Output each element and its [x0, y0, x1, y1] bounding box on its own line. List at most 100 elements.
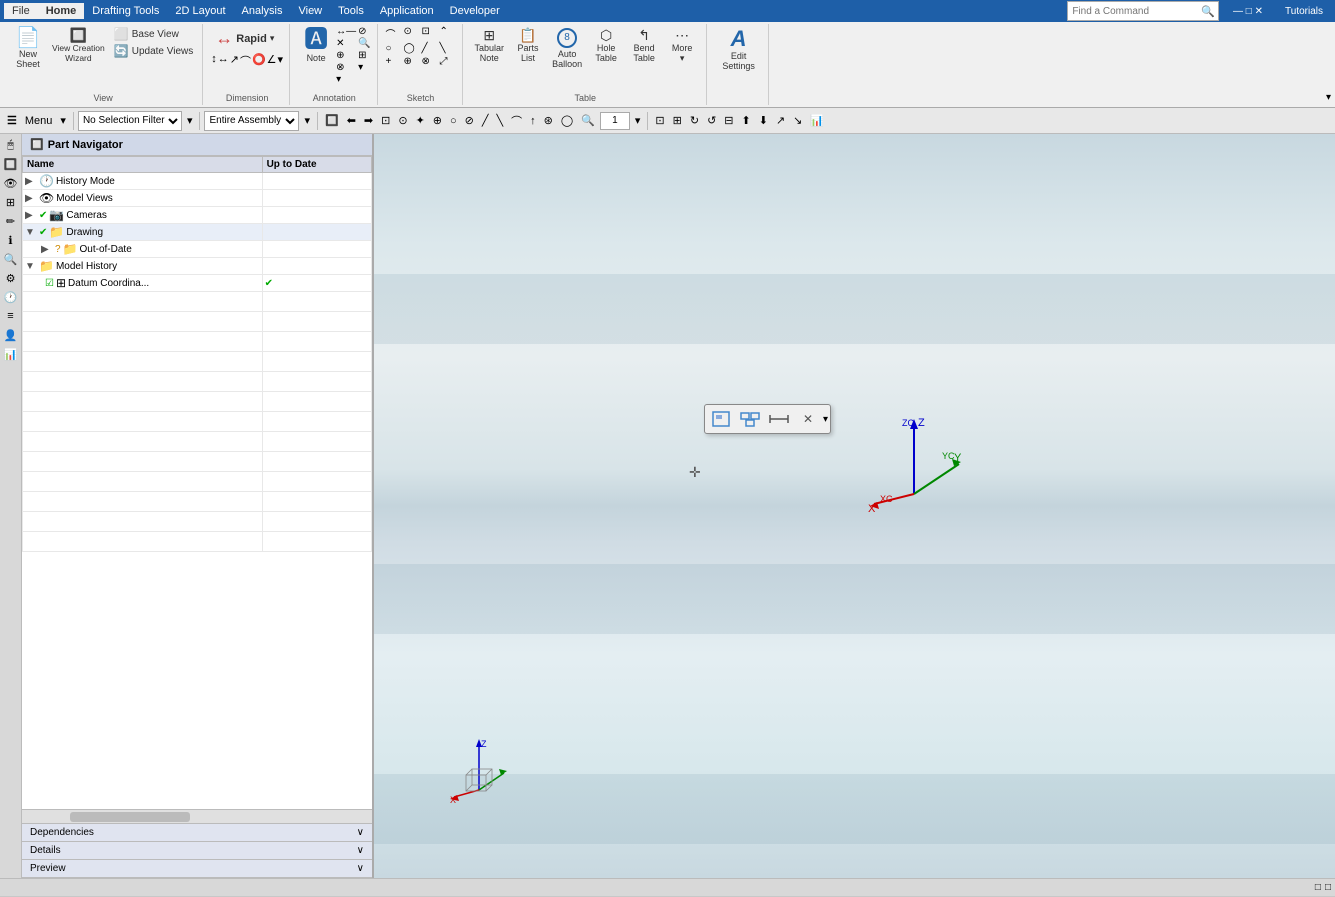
sketch-t1[interactable]: ⌒: [386, 26, 402, 41]
tb-icon-5[interactable]: ⊙: [395, 113, 410, 128]
tb-num-dropdown[interactable]: ▾: [632, 113, 644, 128]
tb-icon-22[interactable]: ⬆: [739, 113, 754, 128]
dim-tool-1[interactable]: ↕: [211, 53, 217, 69]
sidebar-icon-12[interactable]: 📊: [2, 345, 20, 363]
sketch-t3[interactable]: ⊡: [422, 26, 438, 41]
status-icon-1[interactable]: □: [1315, 882, 1321, 893]
pn-row-cameras[interactable]: ▶ ✔ 📷 Cameras: [23, 207, 263, 224]
ft-btn-close[interactable]: ✕: [794, 407, 822, 431]
tb-icon-1[interactable]: 🔲: [322, 113, 342, 128]
ft-btn-3[interactable]: [765, 407, 793, 431]
pn-scrollbar-thumb[interactable]: [70, 812, 190, 822]
tb-icon-16[interactable]: 🔍: [578, 113, 598, 128]
sidebar-icon-5[interactable]: ✏: [2, 212, 20, 230]
tb-icon-26[interactable]: 📊: [807, 113, 827, 128]
dim-tool-3[interactable]: ↗: [230, 53, 239, 69]
preview-chevron[interactable]: ∨: [357, 863, 364, 874]
menu-label[interactable]: Menu: [22, 114, 56, 128]
tb-icon-12[interactable]: ⌒: [508, 112, 525, 130]
menu-home[interactable]: Home: [38, 3, 85, 19]
base-view-button[interactable]: ⬜ Base View: [111, 26, 196, 42]
tb-dropdown[interactable]: ▾: [57, 113, 69, 128]
ribbon-expand-btn[interactable]: ▾: [1326, 92, 1331, 103]
tb-icon-21[interactable]: ⊟: [721, 113, 736, 128]
tb-icon-20[interactable]: ↺: [704, 113, 719, 128]
ft-expand-arrow[interactable]: ▾: [823, 414, 828, 425]
tb-icon-2[interactable]: ⬅: [344, 113, 359, 128]
pn-row-drawing[interactable]: ▼ ✔ 📁 Drawing: [23, 224, 263, 241]
menu-2dlayout[interactable]: 2D Layout: [167, 3, 233, 19]
pn-row-model-history[interactable]: ▼ 📁 Model History: [23, 258, 263, 275]
tb-icon-24[interactable]: ↗: [773, 113, 788, 128]
sidebar-icon-1[interactable]: 🖱: [2, 136, 20, 154]
anno-tool-3[interactable]: ⊕: [336, 50, 356, 61]
pn-col-name[interactable]: Name: [23, 157, 263, 173]
tb-icon-17[interactable]: ⊡: [652, 113, 667, 128]
tb-icon-3[interactable]: ➡: [361, 113, 376, 128]
anno-tool-1[interactable]: ↔―: [336, 26, 356, 37]
sidebar-icon-6[interactable]: ℹ: [2, 231, 20, 249]
anno-dropdown[interactable]: ▾: [336, 74, 356, 85]
sketch-t11[interactable]: ⊗: [422, 56, 438, 67]
pn-row-outofdate[interactable]: ▶ ? 📁 Out-of-Date: [23, 241, 263, 258]
tb-icon-25[interactable]: ↘: [790, 113, 805, 128]
preview-header[interactable]: Preview ∨: [22, 860, 372, 877]
view-creation-wizard-button[interactable]: 🔲 View CreationWizard: [48, 26, 109, 65]
sketch-t4[interactable]: ⌃: [440, 26, 456, 41]
tb-icon-23[interactable]: ⬇: [756, 113, 771, 128]
tb-icon-15[interactable]: ◯: [558, 113, 576, 128]
anno-tool-5[interactable]: ⊘: [358, 26, 370, 37]
dim-tool-6[interactable]: ∠: [267, 53, 277, 69]
tb-icon-11[interactable]: ╲: [494, 113, 507, 128]
pn-row-model-views[interactable]: ▶ 👁 Model Views: [23, 190, 263, 207]
pn-row-history-mode[interactable]: ▶ 🕐 History Mode: [23, 173, 263, 190]
dependencies-header[interactable]: Dependencies ∨: [22, 824, 372, 841]
tb-icon-8[interactable]: ○: [447, 114, 460, 128]
tb-icon-7[interactable]: ⊕: [430, 113, 445, 128]
selection-dropdown[interactable]: ▾: [184, 113, 196, 128]
anno-tool-6[interactable]: 🔍: [358, 38, 370, 49]
expand-history-mode[interactable]: ▶: [25, 176, 37, 187]
details-header[interactable]: Details ∨: [22, 842, 372, 859]
bend-table-button[interactable]: ↰ BendTable: [626, 26, 662, 65]
anno-tool-7[interactable]: ⊞: [358, 50, 370, 61]
menu-file[interactable]: File: [4, 3, 38, 19]
sidebar-icon-7[interactable]: 🔍: [2, 250, 20, 268]
sidebar-icon-2[interactable]: 🔲: [2, 155, 20, 173]
tb-icon-10[interactable]: ╱: [479, 113, 492, 128]
sketch-t8[interactable]: ╲: [440, 43, 456, 54]
menu-drafting[interactable]: Drafting Tools: [84, 3, 167, 19]
sketch-t2[interactable]: ⊙: [404, 26, 420, 41]
search-icon[interactable]: 🔍: [1198, 5, 1218, 18]
expand-model-views[interactable]: ▶: [25, 193, 37, 204]
anno-tool-2[interactable]: ✕: [336, 38, 356, 49]
sidebar-icon-3[interactable]: 👁: [2, 174, 20, 192]
tutorials-link[interactable]: Tutorials: [1277, 4, 1331, 19]
pn-scrollbar[interactable]: [22, 809, 372, 823]
ft-btn-2[interactable]: [736, 407, 764, 431]
note-button[interactable]: 🅰 Note: [298, 26, 334, 65]
sketch-t7[interactable]: ╱: [422, 43, 438, 54]
pn-col-uptodate[interactable]: Up to Date: [262, 157, 371, 173]
tb-icon-14[interactable]: ⊛: [541, 113, 556, 128]
dim-dropdown[interactable]: ▾: [278, 53, 284, 69]
menu-analysis[interactable]: Analysis: [234, 3, 291, 19]
pn-row-datum[interactable]: ☑ ⊞ Datum Coordina...: [23, 275, 263, 292]
sidebar-icon-11[interactable]: 👤: [2, 326, 20, 344]
edit-settings-button[interactable]: A EditSettings: [718, 26, 759, 73]
expand-model-history[interactable]: ▼: [25, 261, 37, 272]
expand-outofdate[interactable]: ▶: [41, 244, 53, 255]
assembly-dropdown[interactable]: ▾: [301, 113, 313, 128]
anno-tool-8[interactable]: ▾: [358, 62, 370, 73]
sidebar-icon-10[interactable]: ≡: [2, 307, 20, 325]
menu-application[interactable]: Application: [372, 3, 442, 19]
rapid-button[interactable]: ↔ Rapid ▾: [211, 26, 278, 51]
more-table-button[interactable]: ⋯ More ▾: [664, 26, 700, 66]
sketch-t10[interactable]: ⊕: [404, 56, 420, 67]
hole-table-button[interactable]: ⬡ HoleTable: [588, 26, 624, 65]
details-chevron[interactable]: ∨: [357, 845, 364, 856]
status-icon-2[interactable]: □: [1325, 882, 1331, 893]
sketch-t9[interactable]: +: [386, 56, 402, 67]
sidebar-icon-8[interactable]: ⚙: [2, 269, 20, 287]
menu-developer[interactable]: Developer: [442, 3, 508, 19]
